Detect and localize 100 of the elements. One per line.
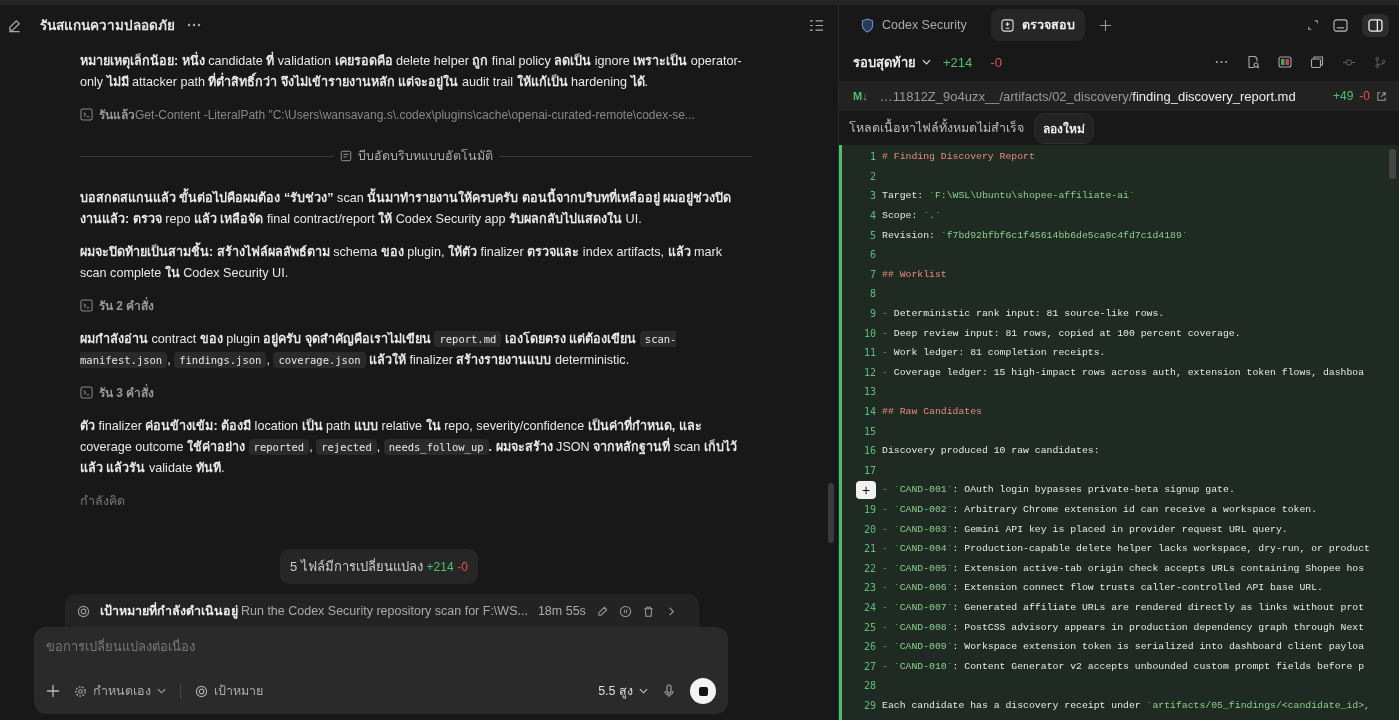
target-icon: [76, 604, 90, 618]
code-line: Each candidate has a discovery receipt under `artifacts/05_findings/<candidate_id>,: [882, 699, 1370, 711]
terminal-icon: [80, 386, 93, 399]
file-path: …11812Z_9o4uzx__/artifacts/02_discovery/finding_discovery_report.md: [879, 88, 1296, 104]
command-summary[interactable]: รัน 3 คำสั่ง: [99, 383, 155, 402]
added-count: +214: [943, 54, 973, 70]
message-paragraph: บอสกดสแกนแล้ว ขั้นต่อไปคือผมต้อง “รับช่วง” scan นั้นมาทำรายงานให้ครบครับ ตอนนี้จากบริบทที่เหลืออยู่ ผมอยู่ช่วงปิดงานแล้ว: ตรวจ repo แล้ว เหลือจัด final contract/report ให้ Codex Security app รับผลกลับไปแสดงใน UI.: [80, 188, 752, 230]
line-number: 4: [869, 210, 876, 222]
scrollbar[interactable]: [1389, 149, 1396, 179]
code-line: - `CAND-009`: Workspace extension token is serialized into dashboard client payloa: [882, 641, 1365, 653]
goal-text: เป้าหมายที่กำลังดำเนินอยู่ Run the Codex Security repository scan for F:\WS...: [99, 601, 528, 621]
target-icon: [195, 684, 208, 698]
line-number: 27: [863, 660, 876, 672]
caret-icon: [639, 688, 648, 694]
code-line: - Work ledger: 81 completion receipts.: [882, 347, 1106, 359]
line-number: 29: [863, 699, 876, 711]
elapsed-time: 18m 55s: [537, 604, 586, 618]
line-number: 11: [863, 347, 876, 359]
side-panel-toggle[interactable]: [1362, 13, 1389, 37]
line-number: 5: [869, 229, 876, 241]
round-dropdown[interactable]: รอบสุดท้าย: [853, 51, 931, 73]
line-number: 8: [869, 288, 876, 300]
add-comment-button[interactable]: +: [856, 480, 876, 499]
code-line: # Finding Discovery Report: [882, 151, 1035, 163]
code-line: ## Worklist: [882, 268, 947, 280]
tab[interactable]: Codex Security: [851, 11, 977, 39]
line-number: 2: [869, 170, 876, 182]
line-number: 22: [863, 562, 876, 574]
line-number: 15: [863, 425, 876, 437]
code-line: ## Raw Candidates: [882, 406, 982, 417]
code-line: - `CAND-010`: Content Generator v2 accepts unbounded custom prompt fields before p: [882, 660, 1365, 672]
more-icon[interactable]: [187, 23, 201, 27]
caret-icon: [157, 688, 166, 694]
copy-icon[interactable]: [1310, 55, 1324, 69]
terminal-icon: [80, 108, 93, 121]
message-paragraph: ตัว finalizer ค่อนข้างเข้ม: ต้องมี location เป็น path แบบ relative ใน repo, severity/confidence เป็นค่าที่กำหนด, และ coverage outcome ใช้ค่าอย่าง reported , rejected , needs_follow_up . ผมจะสร้าง JSON จากหลักฐานที่ scan เก็บไว้แล้ว แล้วรัน validate ทันที.: [80, 416, 752, 479]
retry-button[interactable]: ลองใหม่: [1034, 112, 1094, 144]
line-number: 16: [863, 445, 876, 457]
code-line: - `CAND-004`: Production-capable delete helper lacks workspace, dry-run, or product: [882, 543, 1370, 555]
code-line: Revision: `f7bd92bfbf6c1f45614bb6de5ca9c4fd7c1d4189`: [882, 229, 1188, 241]
line-number: 10: [863, 327, 876, 339]
list-icon[interactable]: [809, 18, 824, 32]
edit-icon[interactable]: [7, 17, 22, 33]
pause-icon[interactable]: [618, 604, 632, 618]
model-dropdown[interactable]: 5.5 สูง: [598, 681, 648, 701]
side-panel-icon: [1368, 18, 1383, 32]
pencil-icon[interactable]: [595, 604, 609, 618]
load-error-message: โหลดเนื้อหาไฟล์ทั้งหมดไม่สำเร็จ: [849, 118, 1024, 138]
scrollbar[interactable]: [828, 483, 834, 543]
chat-title: รันสแกนความปลอดภัย: [40, 17, 175, 35]
line-number: 23: [863, 582, 876, 594]
code-line: - Coverage ledger: 15 high-impact rows across auth, extension token flows, dashboa: [882, 366, 1365, 378]
line-number: 13: [863, 386, 876, 398]
file-search-icon[interactable]: [1246, 55, 1260, 69]
code-line: - `CAND-001`: OAuth login bypasses private-beta signup gate.: [882, 484, 1235, 496]
message-paragraph: หมายเหตุเล็กน้อย: หนึ่ง candidate ที่ validation เคยรอดคือ delete helper ถูก final policy ลดเป็น ignore เพราะเป็น operator-only ไม่มี attacker path ที่ต่ำสิทธิ์กว่า จึงไม่เข้ารายงานหลัก แต่จะอยู่ใน audit trail ให้แก้เป็น hardening ได้.: [80, 51, 752, 93]
command-summary[interactable]: รันแล้วGet-Content -LiteralPath "C:\Users\wansavang.s\.codex\plugins\cache\openai-curated-remote\codex-se...: [99, 105, 695, 124]
code-line: - `CAND-007`: Generated affiliate URLs are rendered directly as links without prot: [882, 601, 1365, 613]
line-number: 7: [869, 268, 876, 280]
file-removed-count: -0: [1359, 89, 1370, 103]
line-number: 14: [863, 406, 876, 417]
add-icon[interactable]: [46, 684, 60, 698]
expand-icon[interactable]: [1307, 19, 1319, 31]
markdown-label: M↓: [853, 90, 868, 102]
goal-button[interactable]: เป้าหมาย: [195, 681, 263, 701]
line-number: 1: [869, 151, 876, 163]
split-diff-icon[interactable]: [1278, 56, 1292, 68]
diff-icon: [1000, 18, 1014, 32]
code-line: - `CAND-008`: PostCSS advisory appears in production dependency graph through Next: [882, 621, 1365, 633]
mode-dropdown[interactable]: กำหนดเอง: [74, 681, 166, 701]
gear-icon: [74, 684, 87, 698]
line-number: 6: [869, 249, 876, 261]
microphone-icon[interactable]: [662, 684, 676, 698]
commit-icon[interactable]: [1342, 57, 1356, 67]
code-line: - `CAND-003`: Gemini API key is placed in provider request URL query.: [882, 523, 1288, 535]
code-line: - Deterministic rank input: 81 source-like rows.: [882, 308, 1165, 320]
caret-icon: [922, 59, 931, 65]
open-external-icon[interactable]: [1376, 90, 1387, 102]
line-number: 3: [869, 190, 876, 202]
removed-count: -0: [990, 54, 1002, 70]
line-number: 26: [863, 641, 876, 653]
code-line: Discovery produced 10 raw candidates:: [882, 445, 1100, 457]
bottom-panel-icon[interactable]: [1333, 18, 1348, 32]
add-tab-icon[interactable]: [1098, 18, 1112, 32]
code-line: - Deep review input: 81 rows, copied at 100 percent coverage.: [882, 327, 1241, 339]
changes-pill[interactable]: 5 ไฟล์มีการเปลี่ยนแปลง +214 -0: [280, 549, 478, 584]
stop-button[interactable]: [690, 678, 716, 704]
tab[interactable]: ตรวจสอบ: [990, 9, 1085, 41]
terminal-icon: [80, 299, 93, 312]
line-number: 25: [863, 621, 876, 633]
line-number: 12: [863, 366, 876, 378]
message-input[interactable]: ขอการเปลี่ยนแปลงต่อเนื่อง: [46, 637, 716, 656]
message-paragraph: ผมกำลังอ่าน contract ของ plugin อยู่ครับ จุดสำคัญคือเราไม่เขียน report.md เองโดยตรง แต่ต้องเขียน scan-manifest.json , findings.json , coverage.json แล้วให้ finalizer สร้างรายงานแบบ deterministic.: [80, 330, 678, 370]
command-summary[interactable]: รัน 2 คำสั่ง: [99, 296, 155, 315]
code-line: - `CAND-006`: Extension connect flow trusts caller-controlled API base URL.: [882, 582, 1323, 594]
code-line: Target: `F:\WSL\Ubuntu\shopee-affiliate-ai`: [882, 190, 1135, 202]
line-number: 24: [863, 601, 876, 613]
code-line: - `CAND-002`: Arbitrary Chrome extension id can receive a workspace token.: [882, 504, 1318, 515]
trash-icon[interactable]: [641, 604, 655, 618]
more-icon[interactable]: [1215, 60, 1228, 64]
